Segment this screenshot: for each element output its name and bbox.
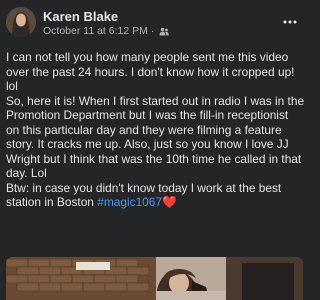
post-text-last-line: station in Boston #magic1067❤️ — [6, 195, 306, 210]
post-text-line-fragment: station in Boston — [6, 195, 94, 209]
meta-separator: · — [150, 25, 155, 37]
friends-icon[interactable] — [159, 27, 170, 36]
hashtag-link[interactable]: #magic1067 — [97, 195, 162, 209]
more-options-icon — [283, 20, 297, 24]
post-text-line: I can not tell you how many people sent … — [6, 50, 289, 64]
post-header: Karen Blake October 11 at 6:12 PM · — [6, 7, 303, 41]
author-name[interactable]: Karen Blake — [43, 9, 118, 24]
post-text-line: over the past 24 hours. I don't know how… — [6, 64, 295, 79]
heart-emoji: ❤️ — [162, 195, 177, 209]
post-text-line: Wright but I think that was the 10th tim… — [6, 151, 302, 166]
post-text-line: lol — [6, 79, 18, 93]
post-text: I can not tell you how many people sent … — [6, 50, 306, 210]
more-options-button[interactable] — [281, 14, 299, 30]
post-text-line: Promotion Department but I was the fill-… — [6, 108, 289, 122]
post-text-line: on this particular day and they were fil… — [6, 122, 282, 137]
post-text-line: So, here it is! When I first started out… — [6, 93, 305, 108]
post-text-line: Btw: in case you didn't know today I wor… — [6, 180, 282, 195]
post-text-line: story. It cracks me up. Also, just so yo… — [6, 137, 289, 151]
post-meta: October 11 at 6:12 PM · — [43, 25, 170, 37]
video-frame — [6, 257, 303, 300]
avatar-photo — [6, 7, 36, 37]
video-thumbnail[interactable] — [6, 257, 303, 300]
post-text-line: day. Lol — [6, 166, 47, 180]
avatar[interactable] — [6, 7, 36, 37]
post-timestamp[interactable]: October 11 at 6:12 PM — [43, 25, 148, 37]
